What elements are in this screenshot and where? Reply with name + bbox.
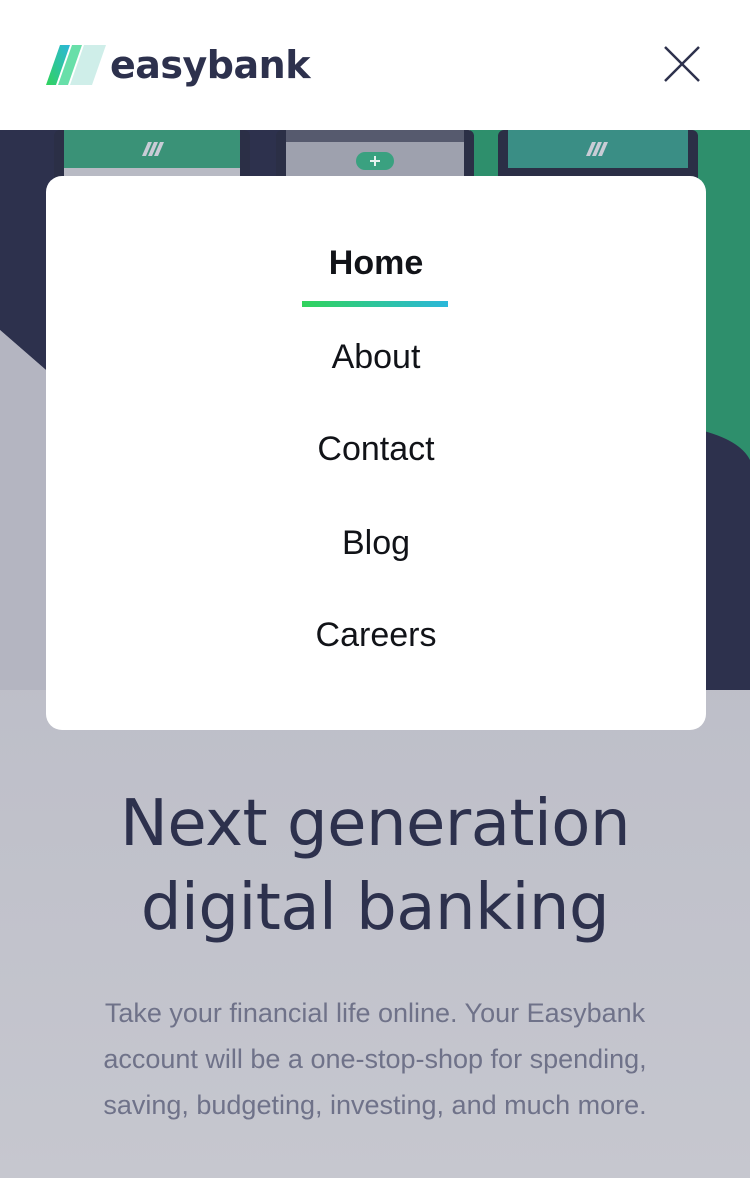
hero-title-line-2: digital banking [140,871,610,945]
nav-item-label: Blog [341,524,411,562]
close-menu-button[interactable] [656,38,708,90]
nav-item-careers[interactable]: Careers [46,615,706,655]
close-icon [664,46,700,82]
nav-item-label: Home [328,244,424,282]
hero-description: Take your financial life online. Your Ea… [60,990,690,1128]
nav-item-home[interactable]: Home [46,243,706,283]
nav-item-label: Contact [317,430,435,468]
nav-item-blog[interactable]: Blog [46,523,706,563]
nav-item-about[interactable]: About [46,337,706,377]
nav-item-contact[interactable]: Contact [46,429,706,469]
hero-title-line-1: Next generation [120,787,631,861]
logo-link[interactable]: easybank [46,42,310,88]
active-nav-underline [302,301,448,307]
hero-description-line-2: account will be a one-stop-shop for spen… [103,1044,647,1074]
site-header: easybank [0,0,750,130]
hero-description-line-1: Take your financial life online. Your Ea… [104,998,646,1028]
logo-stripes-icon [46,45,106,85]
mobile-nav-menu: Home About Contact Blog Careers [46,176,706,730]
hero-description-line-3: saving, budgeting, investing, and much m… [103,1090,647,1120]
nav-item-label: Careers [315,616,437,654]
brand-name: easybank [110,43,310,87]
hero-title: Next generation digital banking [0,782,750,950]
nav-item-label: About [331,338,421,376]
